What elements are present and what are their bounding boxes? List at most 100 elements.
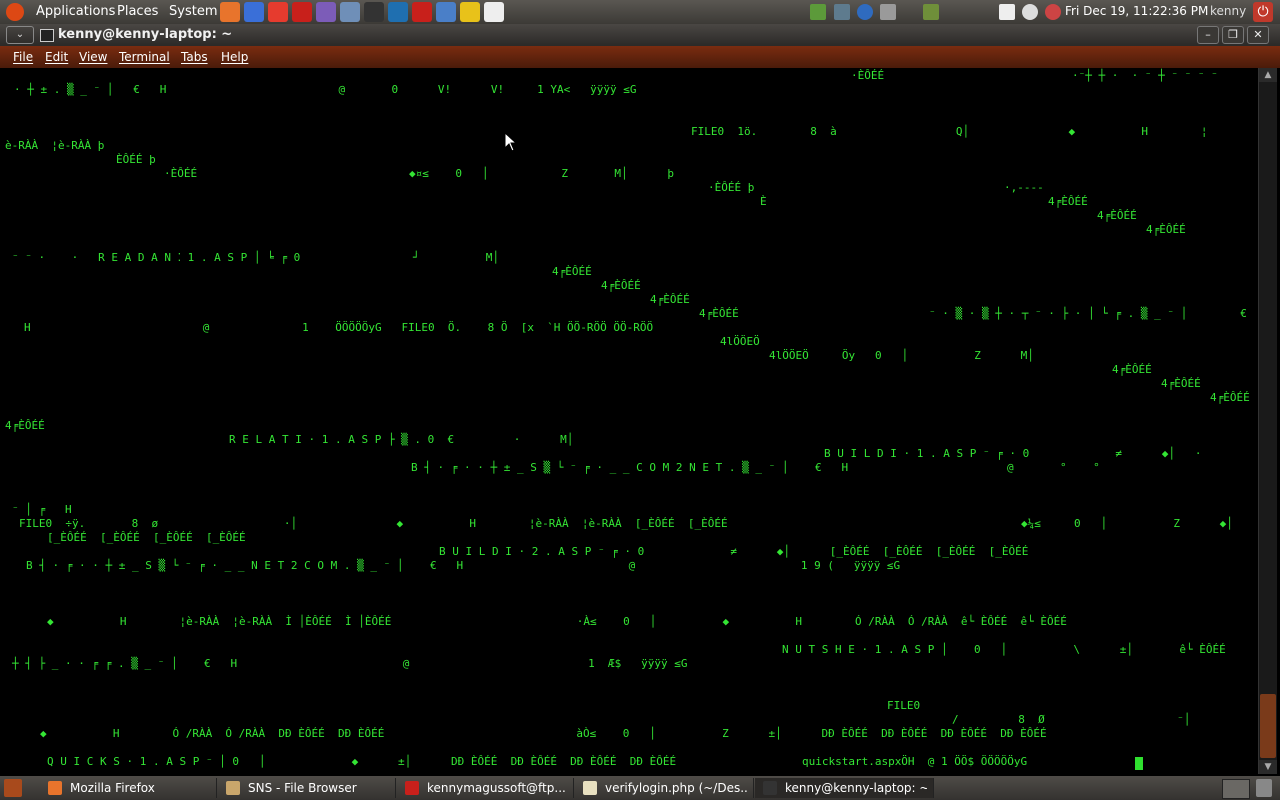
terminal-line: ⁻ ⁻ · · R E A D A N ⁚ 1 . A S P │ ╘ ╒ 0 … xyxy=(12,251,499,264)
minimize-button[interactable]: – xyxy=(1197,26,1219,44)
close-button[interactable]: ✕ xyxy=(1247,26,1269,44)
terminal-icon xyxy=(763,781,777,795)
app-icon[interactable] xyxy=(388,2,408,22)
terminal-line: B ┤ · ╒ · · ┼ ± _ S ▒ └ ⁻ ╒ · _ _ N E T … xyxy=(26,559,901,572)
terminal-line: 4╒ÈÔÉÉ xyxy=(1112,363,1152,376)
window-menu-button[interactable]: ⌄ xyxy=(6,26,34,44)
taskbar-item-label: SNS - File Browser xyxy=(248,781,357,795)
workspace-switcher[interactable] xyxy=(1222,779,1250,799)
terminal-line: B U I L D I · 1 . A S P ⁻ ╒ · 0 ≠ ◆│ · xyxy=(824,447,1202,460)
taskbar-item-label: Mozilla Firefox xyxy=(70,781,155,795)
terminal-line: 4╒ÈÔÉÉ xyxy=(1210,391,1250,404)
maximize-button[interactable]: ❐ xyxy=(1222,26,1244,44)
user-menu[interactable]: kenny xyxy=(1210,4,1250,18)
trash-icon[interactable] xyxy=(1256,779,1272,797)
menu-tabs[interactable]: Tabs xyxy=(181,50,208,64)
taskbar-item-label: kenny@kenny-laptop: ~ xyxy=(785,781,927,795)
terminal-scrollbar[interactable]: ▲ ▼ xyxy=(1258,68,1277,774)
terminal-line: R E L A T I · 1 . A S P ├ ▒ . 0 € · M│ xyxy=(229,433,574,446)
terminal-line: H @ 1 ÖÖÖÖÖyG FILE0 Ö. 8 Ö [x `H ÖÖ-RÖÖ … xyxy=(24,321,654,334)
menu-help[interactable]: Help xyxy=(221,50,248,64)
taskbar-item-label: verifylogin.php (~/Des... xyxy=(605,781,747,795)
network-icon[interactable] xyxy=(999,4,1015,20)
show-desktop-icon[interactable] xyxy=(4,779,22,797)
terminal-line: ·ÈÔÉÉ þ xyxy=(708,181,755,194)
terminal-line: 4╒ÈÔÉÉ xyxy=(1048,195,1088,208)
terminal-line: 4lÖÖEÖ xyxy=(720,335,760,348)
clock[interactable]: Fri Dec 19, 11:22:36 PM xyxy=(1065,4,1208,18)
ubuntu-logo-icon[interactable] xyxy=(6,3,24,21)
scroll-up-arrow-icon[interactable]: ▲ xyxy=(1259,68,1277,82)
battery-icon[interactable] xyxy=(810,4,826,20)
shutdown-icon[interactable]: ⏻ xyxy=(1253,2,1273,22)
terminal-icon[interactable] xyxy=(364,2,384,22)
top-panel: Applications Places System Fri Dec 19, 1… xyxy=(0,0,1280,24)
terminal-output[interactable]: ·ÈÔÉÉ ·⁻┼ ┼ · · ⁻ ┼ ⁻ ⁻ ⁻ ⁻ · ┼ ± . ▒ _ ⁻ … xyxy=(4,68,1258,774)
menu-view[interactable]: View xyxy=(79,50,107,64)
taskbar-item[interactable]: kenny@kenny-laptop: ~ xyxy=(755,778,934,798)
terminal-line: ·,---- xyxy=(1004,181,1044,194)
notes-icon[interactable] xyxy=(460,2,480,22)
bluetooth-icon[interactable] xyxy=(857,4,873,20)
terminal-line: 4╒ÈÔÉÉ xyxy=(1097,209,1137,222)
terminal-line: FILE0 xyxy=(887,699,921,712)
menu-terminal[interactable]: Terminal xyxy=(119,50,170,64)
terminal-line: ◆ H ¦è-RÀÀ ¦è-RÀÀ Ì │ÈÔÉÉ Ì │ÈÔÉÉ ·À≤ 0 … xyxy=(47,615,1067,628)
terminal-line: 4╒ÈÔÉÉ xyxy=(1161,377,1201,390)
terminal-line: è-RÀÀ ¦è-RÀÀ þ xyxy=(5,139,105,152)
volume-muted-icon[interactable] xyxy=(1045,4,1061,20)
terminal-line: 4lÖÖEÖ Öy 0 │ Z M│ xyxy=(769,349,1034,362)
terminal-line: ◆¼≤ 0 │ Z ◆│ xyxy=(1021,517,1233,530)
pidgin-icon[interactable] xyxy=(316,2,336,22)
terminal-line: È xyxy=(760,195,767,208)
terminal-line: FILE0 1ö. 8 à Q│ ◆ H ¦ xyxy=(691,125,1208,138)
terminal-line: B ┤ · ╒ · · ┼ ± _ S ▒ └ ⁻ ╒ · _ _ C O M … xyxy=(411,461,1100,474)
globe-icon[interactable] xyxy=(244,2,264,22)
people-icon[interactable] xyxy=(340,2,360,22)
firefox-icon xyxy=(48,781,62,795)
terminal-cursor xyxy=(1135,757,1143,770)
filezilla-icon xyxy=(405,781,419,795)
terminal-line: ·ÈÔÉÉ ◆¤≤ 0 │ Z M│ þ xyxy=(164,167,674,180)
terminal-line: ⁻ │ ╒ H xyxy=(12,503,72,516)
terminal-icon xyxy=(40,29,54,42)
keyboard-icon[interactable] xyxy=(880,4,896,20)
terminal-line: · ┼ ± . ▒ _ ⁻ │ € H @ 0 V! V! 1 YA< ÿÿÿÿ… xyxy=(14,83,637,96)
bottom-taskbar: Mozilla Firefox SNS - File Browser kennyma… xyxy=(0,776,1280,800)
scroll-down-arrow-icon[interactable]: ▼ xyxy=(1259,760,1277,774)
terminal-line: 4╒ÈÔÉÉ xyxy=(699,307,739,320)
menu-edit[interactable]: Edit xyxy=(45,50,68,64)
office-icon[interactable] xyxy=(268,2,288,22)
cpu-monitor-icon[interactable] xyxy=(923,4,939,20)
taskbar-item-label: kennymagussoft@ftp.... xyxy=(427,781,567,795)
terminal-line: ⁻ · ▒ · ▒ ┼ · ┬ ⁻ · ├ · │ └ ╒ . ▒ _ ⁻ │ … xyxy=(929,307,1247,320)
taskbar-item[interactable]: kennymagussoft@ftp.... xyxy=(397,778,574,798)
terminal-line: ◆ H Ó /RÀÀ Ó /RÀÀ DÐ ÈÔÉÉ DÐ ÈÔÉÉ àÒ≤ 0 … xyxy=(40,727,1047,740)
taskbar-item[interactable]: SNS - File Browser xyxy=(218,778,396,798)
taskbar-item[interactable]: Mozilla Firefox xyxy=(40,778,217,798)
network-icon[interactable] xyxy=(436,2,456,22)
folder-icon xyxy=(226,781,240,795)
applications-menu[interactable]: Applications xyxy=(36,4,115,19)
firefox-icon[interactable] xyxy=(220,2,240,22)
brightness-icon[interactable] xyxy=(1022,4,1038,20)
system-menu[interactable]: System xyxy=(169,4,217,19)
terminal-line: 4╒ÈÔÉÉ xyxy=(650,293,690,306)
editor-icon[interactable] xyxy=(484,2,504,22)
filezilla-icon[interactable] xyxy=(412,2,432,22)
menu-file[interactable]: File xyxy=(13,50,33,64)
window-title: kenny@kenny-laptop: ~ xyxy=(58,27,233,42)
terminal-line: 4╒ÈÔÉÉ xyxy=(552,265,592,278)
scrollbar-thumb[interactable] xyxy=(1260,694,1276,758)
mouse-pointer-icon xyxy=(504,132,518,152)
filezilla-icon[interactable] xyxy=(292,2,312,22)
taskbar-item[interactable]: verifylogin.php (~/Des... xyxy=(575,778,754,798)
terminal-menubar: File Edit View Terminal Tabs Help xyxy=(0,46,1280,68)
window-titlebar[interactable]: ⌄ kenny@kenny-laptop: ~ – ❐ ✕ xyxy=(0,24,1280,46)
terminal-line: / 8 Ø ⁻│ xyxy=(952,713,1191,726)
places-menu[interactable]: Places xyxy=(117,4,158,19)
signal-icon[interactable] xyxy=(834,4,850,20)
terminal-line: 4╒ÈÔÉÉ xyxy=(5,419,45,432)
terminal-line: FILE0 ÷ÿ. 8 ø ·│ ◆ H ¦è-RÀÀ ¦è-RÀÀ [_ÈÔÉ… xyxy=(19,517,728,530)
terminal-line: 4╒ÈÔÉÉ xyxy=(601,279,641,292)
